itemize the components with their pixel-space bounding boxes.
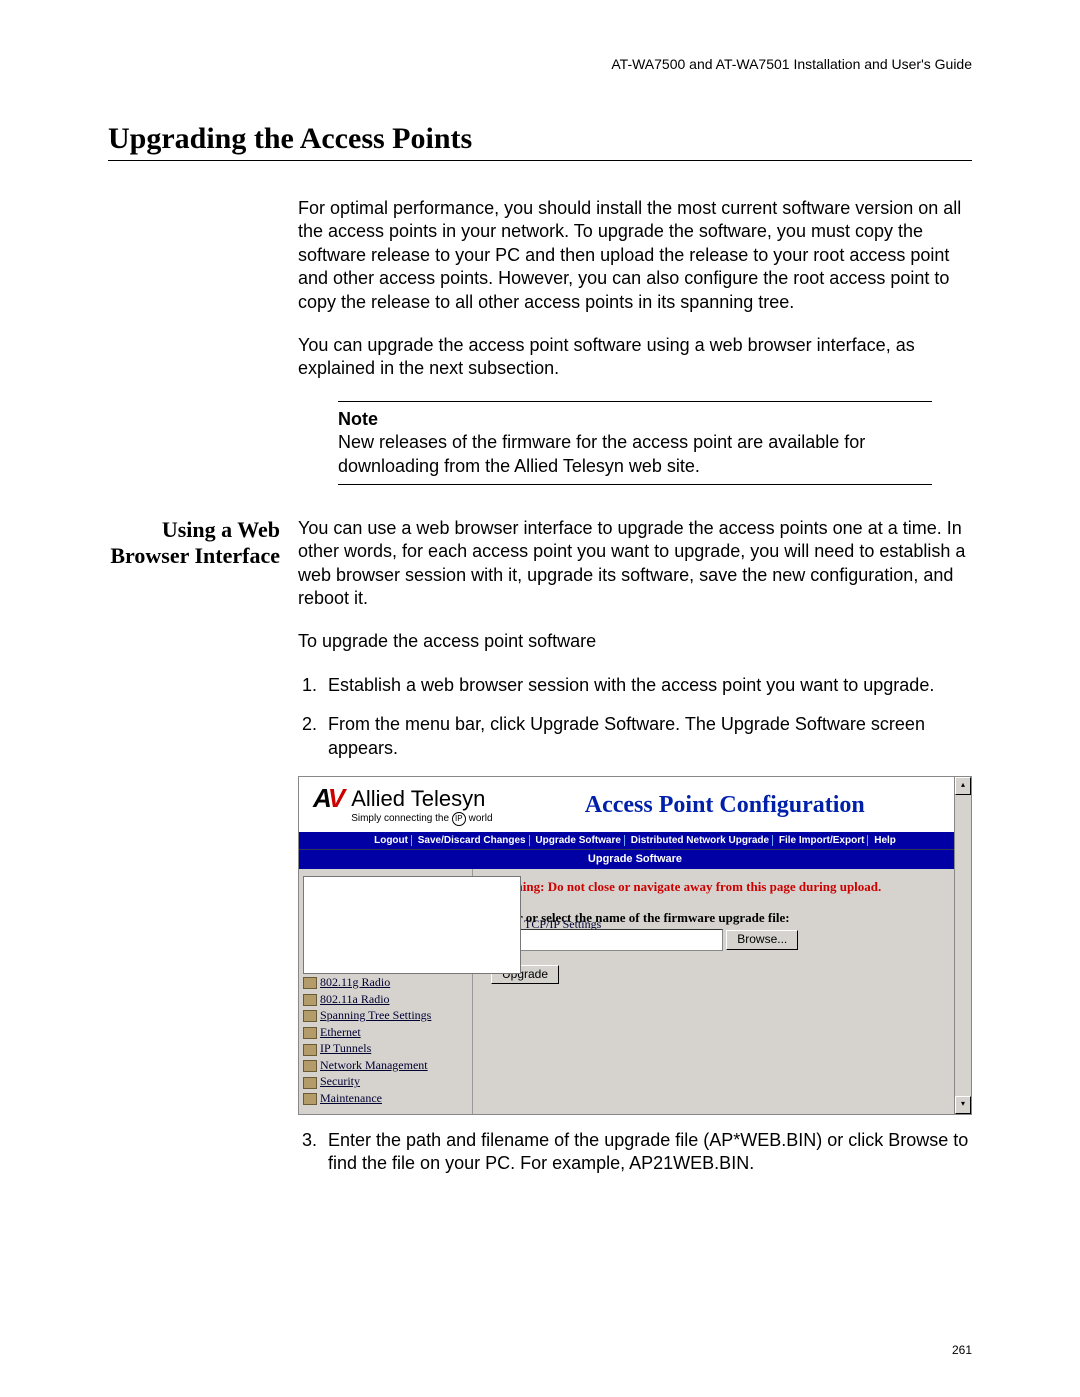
- page-icon: [303, 876, 521, 974]
- section-paragraph-1: You can use a web browser interface to u…: [298, 517, 972, 611]
- file-input[interactable]: [491, 929, 723, 951]
- logo: AV Allied Telesyn Simply connecting the …: [313, 785, 493, 826]
- nav-80211g[interactable]: 802.11g Radio: [320, 975, 390, 989]
- nav-ethernet[interactable]: Ethernet: [320, 1025, 361, 1039]
- warning-text: Warning: Do not close or navigate away f…: [491, 879, 953, 896]
- folder-icon: [303, 1077, 317, 1089]
- folder-icon: [303, 1027, 317, 1039]
- screenshot: AV Allied Telesyn Simply connecting the …: [298, 776, 972, 1115]
- brand-tagline: Simply connecting the IP world: [351, 812, 492, 826]
- folder-icon: [303, 1060, 317, 1072]
- note-box: Note New releases of the firmware for th…: [338, 401, 932, 485]
- folder-icon: [303, 1093, 317, 1105]
- nav-security[interactable]: Security: [320, 1074, 360, 1088]
- step-3: Enter the path and filename of the upgra…: [322, 1129, 972, 1176]
- page-header: AT-WA7500 and AT-WA7501 Installation and…: [108, 56, 972, 72]
- scrollbar[interactable]: ▴ ▾: [954, 777, 971, 1114]
- note-body: New releases of the firmware for the acc…: [338, 431, 932, 478]
- section-paragraph-2: To upgrade the access point software: [298, 630, 972, 653]
- section-label: Using a Web Browser Interface: [108, 517, 298, 1192]
- intro-paragraph-1: For optimal performance, you should inst…: [298, 197, 972, 314]
- menu-save-discard[interactable]: Save/Discard Changes: [415, 835, 530, 846]
- config-title: Access Point Configuration: [493, 790, 957, 821]
- scroll-down-icon[interactable]: ▾: [955, 1096, 971, 1114]
- menu-file-import-export[interactable]: File Import/Export: [776, 835, 869, 846]
- step-1: Establish a web browser session with the…: [322, 674, 972, 697]
- nav-maintenance[interactable]: Maintenance: [320, 1091, 382, 1105]
- menu-logout[interactable]: Logout: [371, 835, 412, 846]
- folder-icon: [303, 977, 317, 989]
- menu-help[interactable]: Help: [871, 835, 899, 846]
- side-nav: TCP/IP Settings 802.11g Radio 802.11a Ra…: [299, 869, 473, 1114]
- file-label: Enter or select the name of the firmware…: [491, 910, 953, 927]
- sub-bar: Upgrade Software: [299, 849, 971, 869]
- nav-80211a[interactable]: 802.11a Radio: [320, 992, 390, 1006]
- menu-distributed-upgrade[interactable]: Distributed Network Upgrade: [628, 835, 773, 846]
- nav-network-mgmt[interactable]: Network Management: [320, 1058, 428, 1072]
- folder-icon: [303, 1010, 317, 1022]
- brand-name: Allied Telesyn: [351, 785, 492, 814]
- browse-button[interactable]: Browse...: [726, 930, 798, 950]
- menu-bar: Logout Save/Discard Changes Upgrade Soft…: [299, 832, 971, 849]
- folder-icon: [303, 994, 317, 1006]
- intro-paragraph-2: You can upgrade the access point softwar…: [298, 334, 972, 381]
- nav-ip-tunnels[interactable]: IP Tunnels: [320, 1041, 371, 1055]
- page-number: 261: [952, 1343, 972, 1357]
- page-title: Upgrading the Access Points: [108, 122, 972, 161]
- step-2: From the menu bar, click Upgrade Softwar…: [322, 713, 972, 760]
- folder-icon: [303, 1044, 317, 1056]
- menu-upgrade-software[interactable]: Upgrade Software: [532, 835, 625, 846]
- nav-spanning-tree[interactable]: Spanning Tree Settings: [320, 1008, 431, 1022]
- scroll-up-icon[interactable]: ▴: [955, 777, 971, 795]
- note-heading: Note: [338, 408, 932, 431]
